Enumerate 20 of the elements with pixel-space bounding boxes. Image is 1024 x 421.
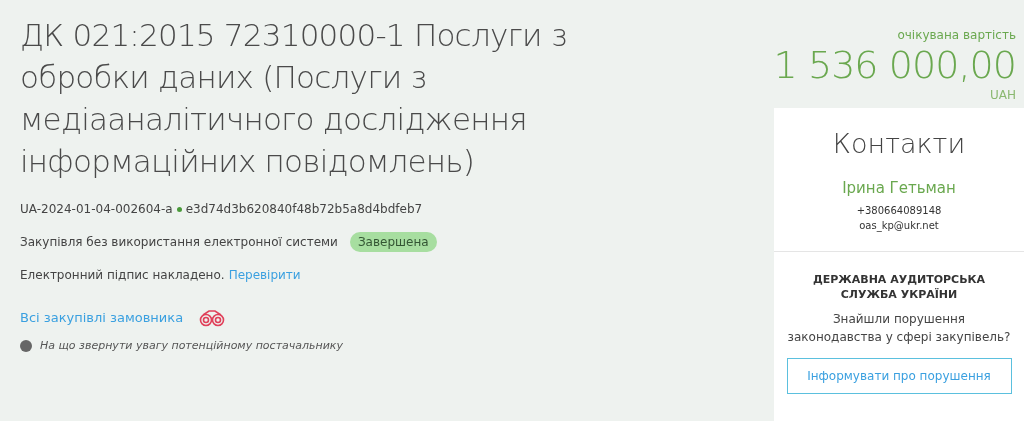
audit-question: Знайшли порушення законодавства у сфері закупівель? <box>786 311 1012 346</box>
contact-phone: +380664089148 <box>856 204 942 218</box>
tender-hash: e3d74d3b620840f48b72b5a8d4bdfeb7 <box>185 201 423 218</box>
verify-link[interactable]: Перевірити <box>228 266 301 284</box>
tender-title: ДК 021:2015 72310000-1 Послуги з обробки даних (Послуги з медіааналітичного дослідження інформаційних повідомлень) <box>20 16 568 181</box>
contact-email: oas_kp@ukr.net <box>859 219 939 233</box>
procedure-type: Закупівля без використання електронної системи <box>20 234 338 251</box>
status-badge: Завершена <box>349 232 437 252</box>
contact-name: Ірина Гетьман <box>842 177 956 199</box>
buyer-tenders-link[interactable]: Всі закупівлі замовника <box>20 308 184 328</box>
contacts-title: Контакти <box>832 127 966 161</box>
tender-id: UA-2024-01-04-002604-a <box>20 201 173 218</box>
expected-value: 1 536 000,00 <box>773 44 1016 86</box>
audit-title: ДЕРЖАВНА АУДИТОРСЬКА СЛУЖБА УКРАЇНИ <box>811 272 987 302</box>
supplier-hint[interactable]: На що звернути увагу потенційному постачальнику <box>40 337 344 354</box>
value-label: очікувана вартість <box>897 27 1016 44</box>
currency: UAH <box>990 87 1016 104</box>
report-violation-button[interactable]: Інформувати про порушення <box>786 358 1012 394</box>
binoculars-icon[interactable] <box>199 308 226 327</box>
signature-text: Електронний підпис накладено. <box>20 267 225 284</box>
